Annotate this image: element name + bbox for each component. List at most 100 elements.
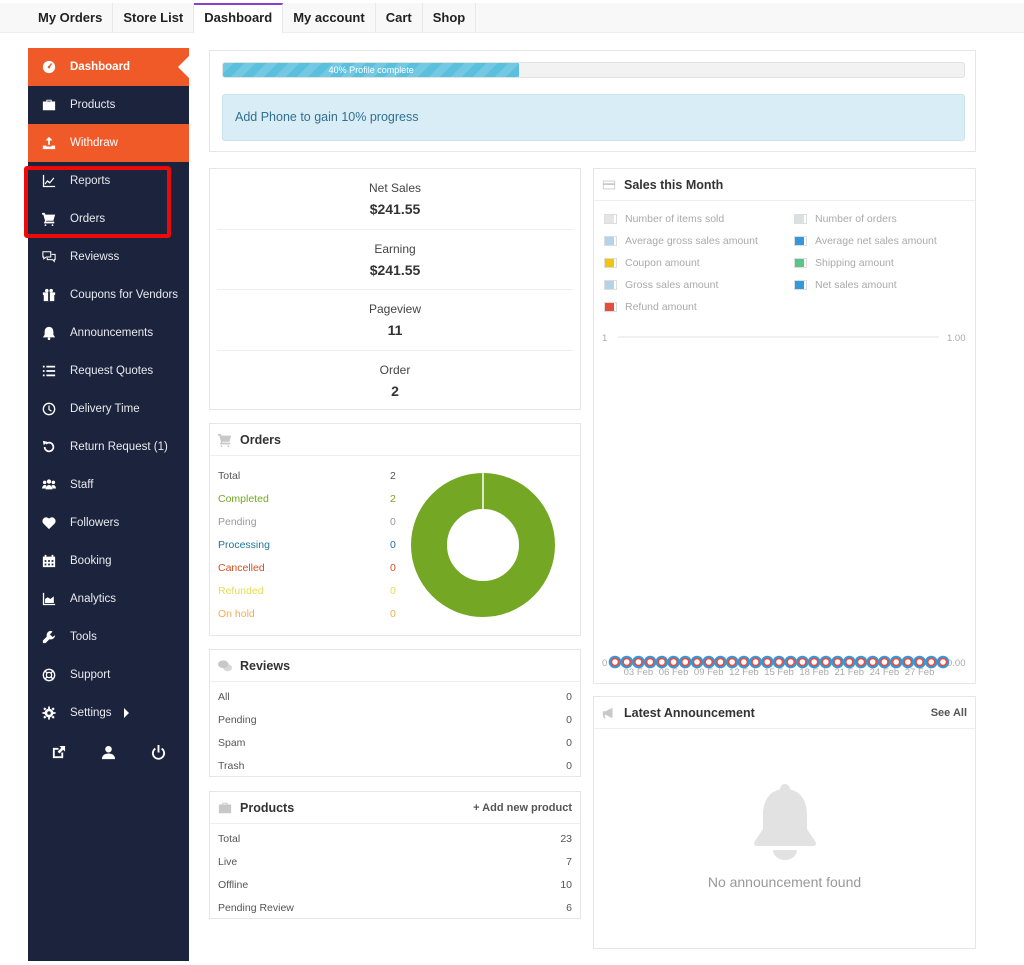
- sidebar-item-return-request-1[interactable]: Return Request (1): [28, 428, 189, 466]
- legend-label: Coupon amount: [625, 257, 700, 269]
- sidebar-item-reviewss[interactable]: Reviewss: [28, 238, 189, 276]
- data-point-refund: [809, 657, 819, 667]
- review-row[interactable]: Pending 0: [218, 708, 572, 731]
- data-point-refund: [798, 657, 807, 667]
- legend-item[interactable]: Coupon amount: [604, 255, 794, 271]
- data-point-refund: [868, 657, 878, 667]
- sidebar-item-support[interactable]: Support: [28, 656, 189, 694]
- sidebar-item-label: Products: [70, 99, 116, 111]
- legend-item[interactable]: Average net sales amount: [794, 233, 974, 249]
- clock-icon: [28, 402, 70, 416]
- product-label: Offline: [218, 878, 249, 891]
- products-card: Products + Add new product Total 23 Live 7 O…: [209, 791, 581, 919]
- sidebar-item-label: Withdraw: [70, 137, 118, 149]
- product-row[interactable]: Offline 10: [218, 873, 572, 896]
- order-status-row[interactable]: Refunded 0: [218, 579, 398, 602]
- sidebar-item-followers[interactable]: Followers: [28, 504, 189, 542]
- sidebar-item-products[interactable]: Products: [28, 86, 189, 124]
- product-row[interactable]: Pending Review 6: [218, 896, 572, 919]
- legend-item[interactable]: Shipping amount: [794, 255, 974, 271]
- announcement-card-title: Latest Announcement: [624, 705, 755, 720]
- line-chart-icon: [28, 174, 70, 188]
- x-axis-tick-label: 09 Feb: [694, 667, 724, 678]
- sidebar-item-delivery-time[interactable]: Delivery Time: [28, 390, 189, 428]
- sales-line-chart: 1 0 1.00 0.00 03 Feb 06 Feb 09 Feb 12 Feb 15 Feb…: [602, 333, 966, 678]
- external-link-icon[interactable]: [49, 742, 69, 762]
- users-icon: [28, 478, 70, 492]
- products-card-title: Products: [240, 800, 295, 815]
- order-status-row[interactable]: Processing 0: [218, 533, 398, 556]
- left-axis-tick-label: 1: [602, 333, 607, 344]
- sidebar-item-tools[interactable]: Tools: [28, 618, 189, 656]
- nav-tab-my-orders[interactable]: My Orders: [28, 3, 114, 33]
- legend-label: Shipping amount: [815, 257, 894, 269]
- order-status-row[interactable]: Pending 0: [218, 510, 398, 533]
- heart-icon: [28, 516, 70, 530]
- see-all-link[interactable]: See All: [931, 707, 967, 719]
- sidebar-item-coupons-for-vendors[interactable]: Coupons for Vendors: [28, 276, 189, 314]
- legend-item[interactable]: Number of orders: [794, 211, 974, 227]
- data-point-refund: [680, 657, 690, 667]
- legend-item[interactable]: Net sales amount: [794, 277, 974, 293]
- sidebar-item-orders[interactable]: Orders: [28, 200, 189, 238]
- right-axis-tick-label: 1.00: [947, 333, 966, 344]
- left-axis-tick-label: 0: [602, 658, 607, 669]
- sidebar-item-settings[interactable]: Settings: [28, 694, 189, 732]
- sidebar-item-label: Tools: [70, 631, 97, 643]
- legend-swatch: [604, 236, 617, 246]
- legend-item[interactable]: Number of items sold: [604, 211, 794, 227]
- comments-icon: [218, 659, 232, 671]
- undo-icon: [28, 440, 70, 454]
- profile-hint-alert[interactable]: Add Phone to gain 10% progress: [222, 94, 965, 141]
- sidebar-item-reports[interactable]: Reports: [28, 162, 189, 200]
- product-row[interactable]: Total 23: [218, 827, 572, 850]
- order-status-row[interactable]: Cancelled 0: [218, 556, 398, 579]
- x-axis-tick-label: 15 Feb: [764, 667, 794, 678]
- data-point-refund: [751, 657, 760, 667]
- nav-tab-shop[interactable]: Shop: [423, 3, 477, 33]
- sidebar-item-dashboard[interactable]: Dashboard: [28, 48, 189, 86]
- review-row[interactable]: All 0: [218, 685, 572, 708]
- sidebar-item-staff[interactable]: Staff: [28, 466, 189, 504]
- sidebar-item-label: Support: [70, 669, 111, 681]
- sidebar-item-booking[interactable]: Booking: [28, 542, 189, 580]
- data-point-refund: [669, 657, 678, 667]
- order-status-row[interactable]: Completed 2: [218, 487, 398, 510]
- legend-swatch: [604, 280, 617, 290]
- caret-right-icon: [123, 708, 129, 718]
- orders-card: Orders Total 2 Completed 2 Pending 0 Processin…: [209, 423, 581, 636]
- order-status-label: Total: [218, 469, 241, 482]
- stat-net-sales: Net Sales $241.55: [217, 169, 573, 230]
- order-status-count: 0: [390, 561, 396, 574]
- order-status-row[interactable]: On hold 0: [218, 602, 398, 625]
- sidebar-item-label: Delivery Time: [70, 403, 140, 415]
- review-row[interactable]: Trash 0: [218, 754, 572, 777]
- power-icon[interactable]: [148, 742, 168, 762]
- area-chart-icon: [28, 592, 70, 606]
- data-point-refund: [926, 657, 936, 667]
- cart-icon: [28, 212, 70, 226]
- add-new-product-link[interactable]: + Add new product: [473, 802, 572, 814]
- sidebar-item-announcements[interactable]: Announcements: [28, 314, 189, 352]
- sidebar-item-withdraw[interactable]: Withdraw: [28, 124, 189, 162]
- bell-icon: [28, 326, 70, 340]
- nav-tab-cart[interactable]: Cart: [376, 3, 423, 33]
- product-row[interactable]: Live 7: [218, 850, 572, 873]
- nav-tab-dashboard[interactable]: Dashboard: [194, 3, 284, 33]
- legend-item[interactable]: Average gross sales amount: [604, 233, 794, 249]
- data-point-refund: [622, 657, 632, 667]
- review-row[interactable]: Spam 0: [218, 731, 572, 754]
- sidebar-item-request-quotes[interactable]: Request Quotes: [28, 352, 189, 390]
- nav-tab-my-account[interactable]: My account: [283, 3, 376, 33]
- stat-label: Pageview: [368, 302, 422, 316]
- sidebar-item-analytics[interactable]: Analytics: [28, 580, 189, 618]
- nav-tab-store-list[interactable]: Store List: [113, 3, 195, 33]
- active-indicator: [178, 56, 189, 78]
- sales-this-month-card: Sales this Month Number of items sold Num…: [593, 168, 976, 684]
- legend-item[interactable]: Gross sales amount: [604, 277, 794, 293]
- order-status-row[interactable]: Total 2: [218, 464, 398, 487]
- legend-item[interactable]: Refund amount: [604, 299, 794, 315]
- data-point-refund: [844, 657, 854, 667]
- user-icon[interactable]: [98, 742, 118, 762]
- product-label: Pending Review: [218, 901, 294, 914]
